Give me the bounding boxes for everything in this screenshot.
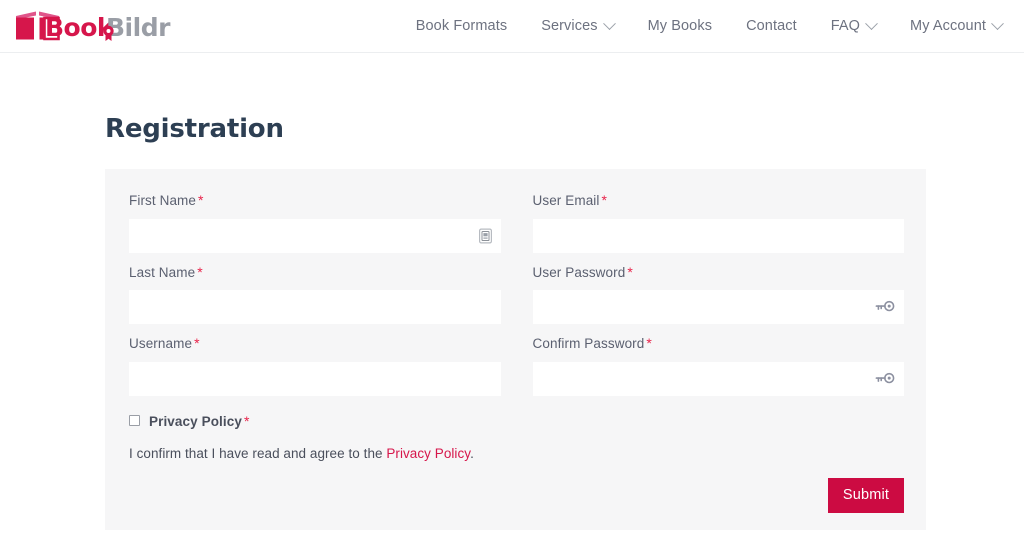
field-username: Username * [129, 336, 501, 396]
nav-label: Contact [746, 18, 797, 34]
nav-label: Book Formats [415, 18, 508, 34]
nav-item-my-books[interactable]: My Books [631, 18, 729, 34]
site-header: Book Bildr Book Formats Services My Book… [0, 0, 1024, 53]
key-reveal-icon[interactable] [875, 372, 895, 385]
label-text: Confirm Password [532, 336, 645, 351]
user-email-input[interactable] [532, 218, 904, 253]
nav-item-faq[interactable]: FAQ [814, 16, 893, 34]
bookbildr-logo-svg: Book Bildr [16, 11, 172, 42]
input-wrap-first-name [129, 218, 501, 253]
label-text: Last Name [129, 264, 196, 280]
submit-button[interactable]: Submit [828, 477, 904, 513]
privacy-policy-block: Privacy Policy * I confirm that I have re… [105, 408, 926, 461]
label-user-password: User Password * [533, 265, 905, 280]
label-username: Username * [129, 336, 501, 351]
field-first-name: First Name * [129, 193, 501, 253]
field-user-password: User Password * [532, 265, 905, 324]
logo-text-book: Book [45, 13, 115, 42]
input-wrap-last-name [129, 290, 501, 324]
input-wrap-user-email [532, 218, 904, 253]
input-wrap-username [129, 361, 501, 396]
nav-label: Services [541, 18, 598, 34]
nav-item-book-formats[interactable]: Book Formats [399, 18, 524, 34]
page-title: Registration [105, 114, 284, 144]
label-last-name: Last Name * [129, 265, 501, 280]
label-text: Username [129, 336, 193, 351]
user-password-input[interactable] [532, 290, 904, 324]
privacy-checkbox-row: Privacy Policy * [129, 413, 902, 429]
required-asterisk: * [646, 335, 652, 351]
key-reveal-icon[interactable] [875, 300, 895, 314]
required-asterisk: * [243, 412, 250, 429]
required-asterisk: * [197, 263, 203, 280]
consent-prefix: I confirm that I have read and agree to … [129, 445, 387, 461]
privacy-consent-text: I confirm that I have read and agree to … [129, 446, 902, 461]
label-user-email: User Email * [533, 193, 905, 208]
required-asterisk: * [601, 192, 608, 208]
label-text: Privacy Policy [149, 413, 242, 429]
page-content: Registration First Name * User Email * L… [0, 53, 1024, 530]
consent-suffix: . [470, 445, 474, 461]
form-fields-grid: First Name * User Email * Last Name * Us… [105, 169, 926, 408]
field-user-email: User Email * [532, 193, 905, 253]
first-name-input[interactable] [129, 218, 501, 253]
nav-item-services[interactable]: Services [524, 16, 630, 34]
privacy-policy-checkbox-label: Privacy Policy * [149, 413, 250, 429]
nav-item-my-account[interactable]: My Account [893, 16, 1004, 34]
nav-label: FAQ [830, 18, 861, 34]
main-navigation: Book Formats Services My Books Contact F… [399, 16, 1008, 34]
input-wrap-user-password [532, 290, 904, 324]
chevron-down-icon [865, 16, 878, 30]
autofill-icon[interactable] [478, 228, 492, 243]
username-input[interactable] [129, 361, 501, 396]
required-asterisk: * [198, 192, 204, 208]
privacy-policy-checkbox[interactable] [129, 415, 140, 426]
field-confirm-password: Confirm Password * [532, 336, 905, 396]
required-asterisk: * [627, 263, 633, 280]
chevron-down-icon [991, 16, 1004, 30]
nav-label: My Books [647, 18, 713, 34]
field-last-name: Last Name * [129, 265, 501, 324]
privacy-policy-link[interactable]: Privacy Policy [386, 446, 470, 461]
confirm-password-input[interactable] [532, 361, 904, 396]
label-text: First Name [129, 193, 197, 208]
last-name-input[interactable] [129, 290, 501, 324]
brand-logo[interactable]: Book Bildr [14, 6, 176, 46]
label-confirm-password: Confirm Password * [533, 336, 905, 351]
submit-row: Submit [105, 461, 926, 513]
input-wrap-confirm-password [532, 361, 904, 396]
logo-text-bildr: Bildr [106, 13, 171, 42]
nav-label: My Account [910, 18, 986, 34]
chevron-down-icon [602, 16, 616, 30]
label-first-name: First Name * [129, 193, 501, 208]
label-text: User Email [532, 193, 600, 208]
registration-form-panel: First Name * User Email * Last Name * Us… [105, 169, 926, 530]
nav-item-contact[interactable]: Contact [729, 18, 814, 34]
label-text: User Password [532, 264, 626, 280]
required-asterisk: * [194, 335, 200, 351]
